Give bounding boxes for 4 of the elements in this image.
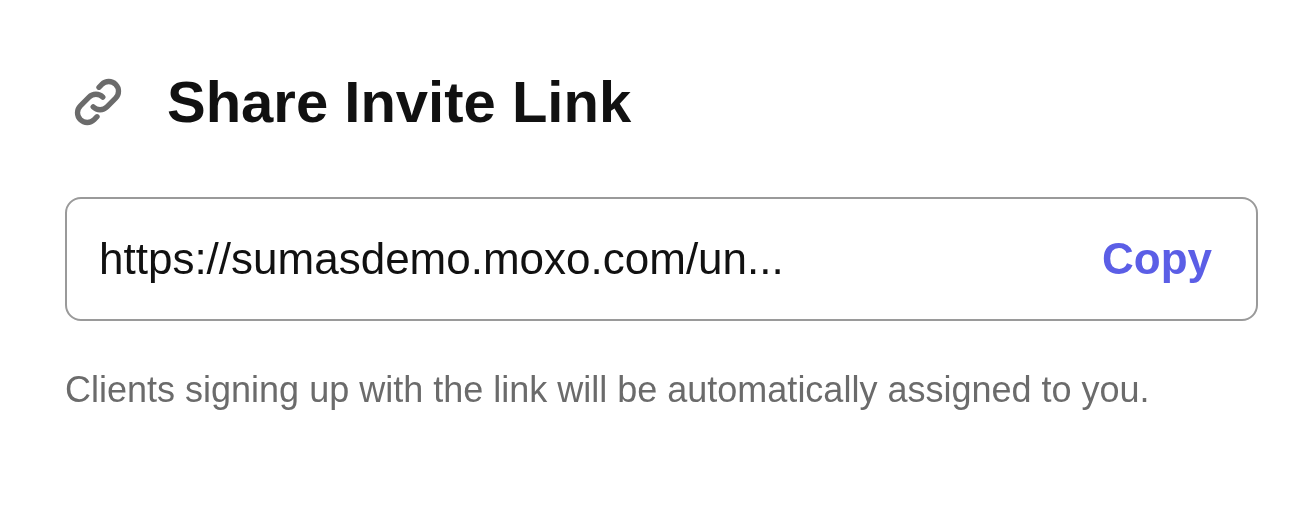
copy-button[interactable]: Copy — [1102, 234, 1212, 284]
link-field[interactable]: https://sumasdemo.moxo.com/un... Copy — [65, 197, 1258, 321]
helper-text: Clients signing up with the link will be automatically assigned to you. — [65, 368, 1151, 412]
dialog-title: Share Invite Link — [167, 68, 632, 135]
